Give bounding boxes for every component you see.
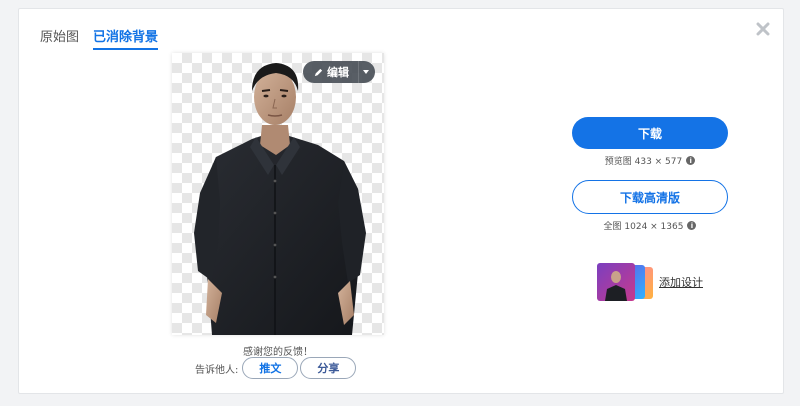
download-hd-button[interactable]: 下载高清版: [572, 180, 728, 214]
add-design-label: 添加设计: [659, 276, 703, 289]
result-image: 编辑: [172, 53, 384, 335]
tweet-button[interactable]: 推文: [242, 357, 299, 379]
tab-removed-background[interactable]: 已消除背景: [93, 26, 159, 50]
preview-size-text: 预览图 433 × 577: [604, 157, 683, 167]
tab-original[interactable]: 原始图: [40, 26, 79, 50]
info-icon[interactable]: i: [686, 156, 696, 165]
design-thumbnails: [597, 263, 655, 301]
caret-down-icon[interactable]: [363, 70, 369, 74]
design-thumb: [597, 263, 635, 301]
edit-label: 编辑: [327, 66, 349, 79]
view-tabs: 原始图 已消除背景: [40, 26, 159, 50]
edit-button[interactable]: 编辑: [303, 61, 375, 83]
person-cutout: [194, 63, 366, 335]
share-button[interactable]: 分享: [300, 357, 357, 379]
edit-separator: [358, 61, 359, 83]
preview-size-info: 预览图 433 × 577 i: [572, 154, 728, 167]
add-design-link[interactable]: 添加设计: [597, 263, 703, 301]
feedback-thanks: 感谢您的反馈！: [243, 347, 313, 358]
info-icon[interactable]: i: [687, 221, 697, 230]
close-icon[interactable]: [755, 21, 771, 37]
share-label: 告诉他人:: [195, 364, 239, 376]
pencil-icon: [314, 68, 323, 76]
download-button[interactable]: 下载: [572, 117, 728, 149]
hd-size-text: 全图 1024 × 1365: [603, 222, 684, 232]
share-row: 告诉他人: 推文 分享: [195, 357, 357, 379]
hd-size-info: 全图 1024 × 1365 i: [572, 219, 728, 232]
result-panel: 原始图 已消除背景 编辑 感谢您的反馈！ 告诉他人: 推文 分享 下载 预览图 …: [18, 8, 784, 394]
